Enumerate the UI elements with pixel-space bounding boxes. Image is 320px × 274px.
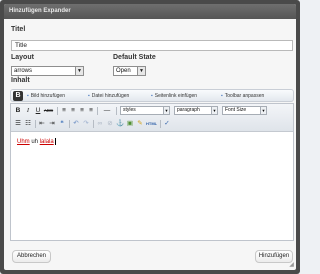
dialog-title: Hinzufügen Expander xyxy=(9,8,71,14)
unlink-icon[interactable]: ⊘ xyxy=(106,120,114,128)
paragraph-select-value: paragraph xyxy=(177,107,200,113)
align-right-icon[interactable]: ≡ xyxy=(78,107,86,115)
editor-body[interactable]: Uhm uh lalala xyxy=(17,138,56,145)
chevron-down-icon: ▼ xyxy=(137,67,145,75)
media-tab-bar: B ▪ Bild hinzufügen ▪ Datei hinzufügen ▪ Se… xyxy=(10,89,294,102)
link-icon[interactable]: ∞ xyxy=(96,120,104,128)
expander-dialog: Hinzufügen Expander Titel Title Layout D… xyxy=(4,4,296,270)
layout-select[interactable]: arrows ▼ xyxy=(11,66,84,76)
file-icon: ▪ xyxy=(88,93,90,99)
tab-insert-page-link[interactable]: ▪ Seitenlink einfügen xyxy=(151,92,197,100)
editor-word: lalala xyxy=(39,139,54,146)
toolbar-separator xyxy=(35,120,36,128)
bullet-list-icon[interactable]: ☰ xyxy=(14,120,22,128)
toolbar-separator xyxy=(97,107,98,115)
align-center-icon[interactable]: ≡ xyxy=(69,107,77,115)
font-size-select-value: Font Size xyxy=(225,107,247,113)
italic-button[interactable]: I xyxy=(24,107,32,115)
undo-icon[interactable]: ↶ xyxy=(72,120,80,128)
resize-grip-icon[interactable]: ◢ xyxy=(288,262,295,269)
link-icon: ▪ xyxy=(151,93,153,99)
toolbar-separator xyxy=(116,107,117,115)
styles-select[interactable]: styles ▼ xyxy=(120,106,170,115)
toolbar-separator xyxy=(93,120,94,128)
styles-select-value: styles xyxy=(123,107,136,113)
toolbar-separator xyxy=(69,120,70,128)
default-state-select[interactable]: Open ▼ xyxy=(113,66,146,76)
horizontal-rule-icon[interactable]: — xyxy=(101,107,113,115)
editor-logo-icon: B xyxy=(13,91,23,101)
titel-input[interactable]: Title xyxy=(11,40,293,51)
cancel-button[interactable]: Abbrechen xyxy=(12,250,51,263)
titel-label: Titel xyxy=(11,26,26,33)
editor-word: Uhm xyxy=(17,139,30,146)
spellcheck-icon[interactable]: ✓ xyxy=(163,120,171,128)
chevron-down-icon: ▼ xyxy=(75,67,83,75)
dialog-titlebar[interactable]: Hinzufügen Expander xyxy=(4,4,296,19)
insert-image-icon[interactable]: ▣ xyxy=(126,120,134,128)
align-left-icon[interactable]: ≡ xyxy=(60,107,68,115)
default-state-select-value: Open xyxy=(116,68,131,74)
cleanup-icon[interactable]: ✎ xyxy=(136,120,144,128)
redo-icon[interactable]: ↷ xyxy=(82,120,90,128)
editor-word: uh xyxy=(31,139,39,146)
outdent-icon[interactable]: ⇤ xyxy=(38,120,46,128)
underline-button[interactable]: U xyxy=(34,107,42,115)
indent-icon[interactable]: ⇥ xyxy=(48,120,56,128)
image-icon: ▪ xyxy=(27,93,29,99)
chevron-down-icon: ▼ xyxy=(260,107,266,114)
dialog-frame: Hinzufügen Expander Titel Title Layout D… xyxy=(0,0,300,274)
toolbar-icon: ▪ xyxy=(221,93,223,99)
blockquote-icon[interactable]: ❝ xyxy=(58,120,66,128)
anchor-icon[interactable]: ⚓ xyxy=(116,120,124,128)
font-size-select[interactable]: Font Size ▼ xyxy=(222,106,267,115)
default-state-label: Default State xyxy=(113,54,156,61)
align-justify-icon[interactable]: ≡ xyxy=(87,107,95,115)
layout-label: Layout xyxy=(11,54,34,61)
paragraph-select[interactable]: paragraph ▼ xyxy=(174,106,218,115)
numbered-list-icon[interactable]: ☷ xyxy=(24,120,32,128)
rich-text-editor: B I U ABC ≡ ≡ ≡ ≡ — styles ▼ paragraph ▼… xyxy=(10,103,294,241)
layout-select-value: arrows xyxy=(14,68,33,74)
editor-toolbar: B I U ABC ≡ ≡ ≡ ≡ — styles ▼ paragraph ▼… xyxy=(11,104,293,132)
bold-button[interactable]: B xyxy=(14,107,22,115)
chevron-down-icon: ▼ xyxy=(211,107,217,114)
strikethrough-button[interactable]: ABC xyxy=(43,107,54,115)
inhalt-label: Inhalt xyxy=(11,77,30,84)
toolbar-separator xyxy=(57,107,58,115)
text-cursor xyxy=(54,138,56,145)
toolbar-separator xyxy=(160,120,161,128)
tab-add-image[interactable]: ▪ Bild hinzufügen xyxy=(27,92,65,100)
chevron-down-icon: ▼ xyxy=(163,107,169,114)
html-source-icon[interactable]: HTML xyxy=(146,120,157,128)
tab-customize-toolbar[interactable]: ▪ Toolbar anpassen xyxy=(221,92,264,100)
tab-add-file[interactable]: ▪ Datei hinzufügen xyxy=(88,92,129,100)
